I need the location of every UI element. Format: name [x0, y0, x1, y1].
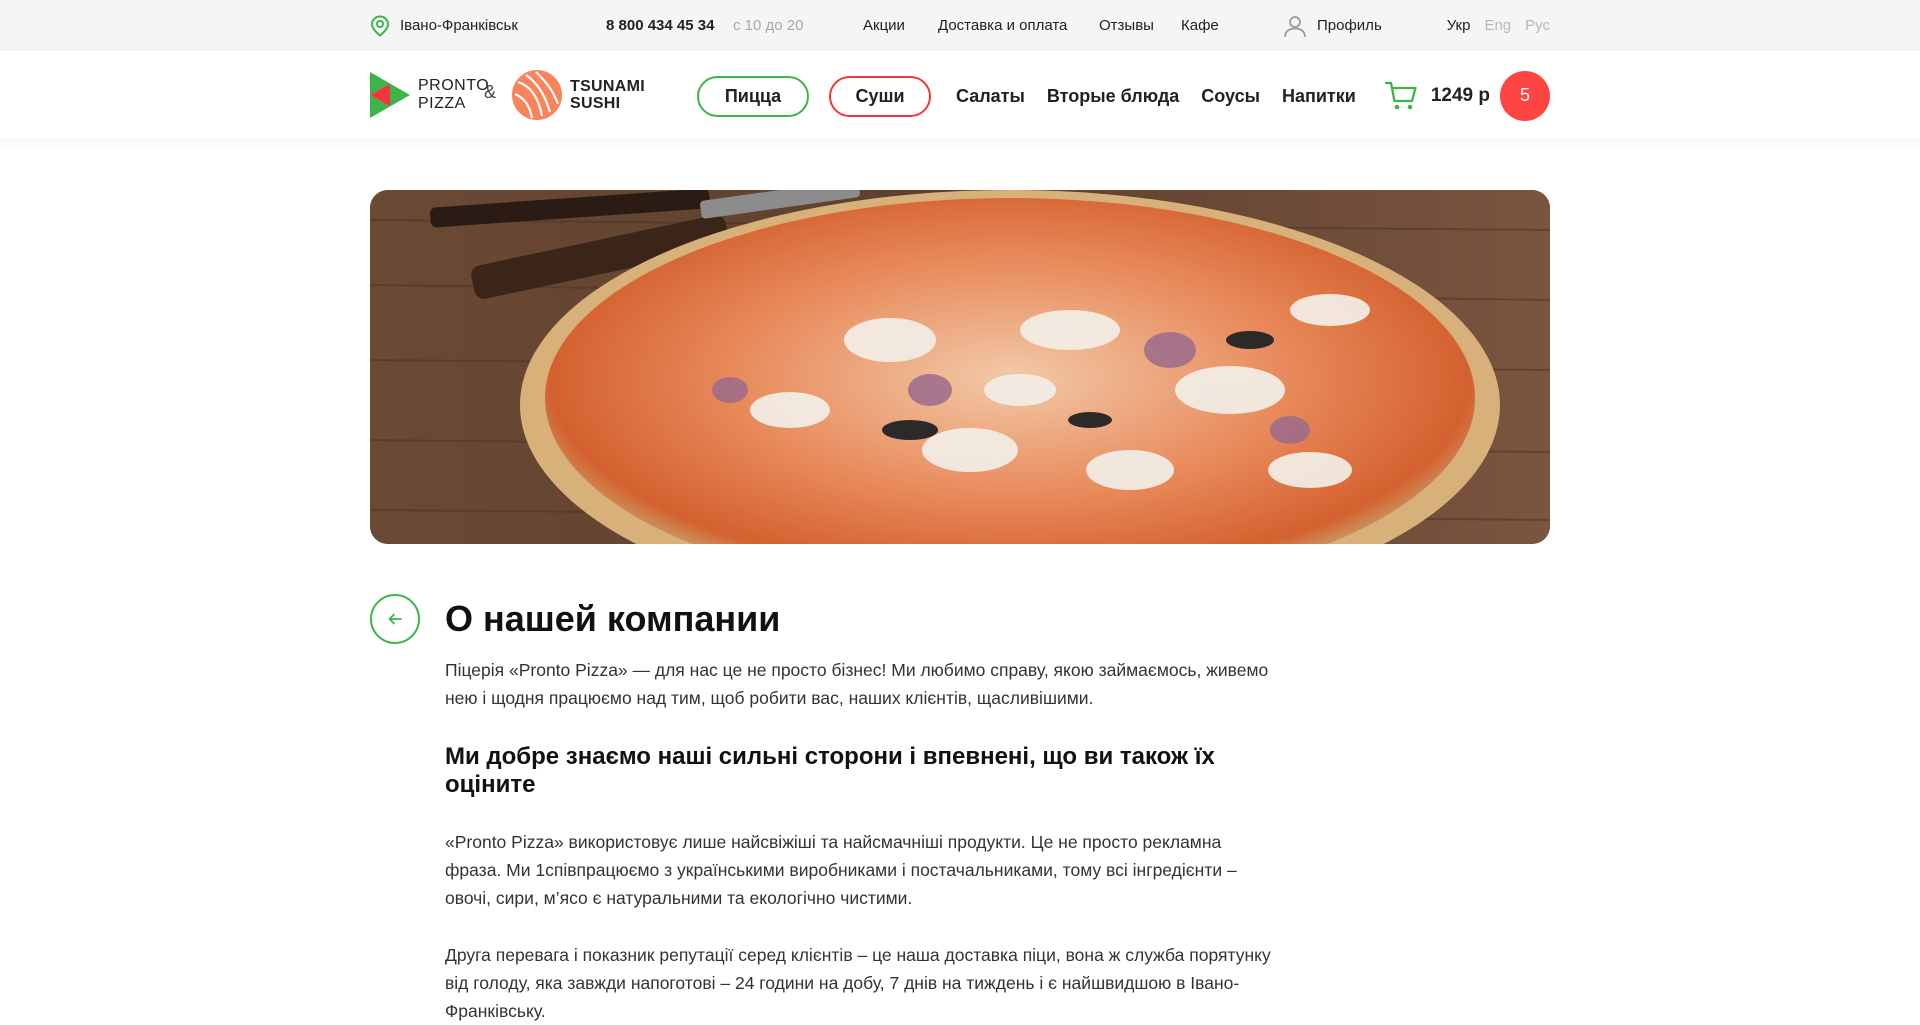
logo-ampersand: &	[484, 82, 497, 102]
salmon-logo-icon	[512, 70, 562, 120]
tsunami-sushi-logo[interactable]: TSUNAMI SUSHI	[512, 69, 645, 121]
user-icon	[1284, 15, 1306, 37]
hero-pizza-image	[370, 190, 1550, 544]
nav-sushi-button[interactable]: Суши	[829, 75, 931, 117]
nav-pizza-button[interactable]: Пицца	[697, 75, 809, 117]
city-selector[interactable]: Івано-Франківськ	[370, 0, 518, 51]
intro-paragraph: Піцерія «Pronto Pizza» — для нас це не п…	[445, 660, 1269, 708]
topbar-link-cafe[interactable]: Кафе	[1181, 0, 1219, 51]
arrow-left-icon	[388, 613, 402, 625]
language-switcher: Укр Eng Рус	[1447, 0, 1550, 51]
working-hours: с 10 до 20	[733, 17, 804, 34]
pronto-logo-line2: PIZZA	[418, 95, 466, 112]
tsunami-logo-line1: TSUNAMI	[570, 78, 645, 95]
top-bar: Івано-Франківськ 8 800 434 45 34 с 10 до…	[0, 0, 1920, 51]
profile-link[interactable]: Профиль	[1283, 0, 1382, 51]
page-content: Піцерія «Pronto Pizza» — для нас це не п…	[445, 656, 1275, 1025]
lang-ukr[interactable]: Укр	[1447, 17, 1471, 34]
pronto-logo-mark-icon	[370, 72, 410, 118]
nav-drinks[interactable]: Напитки	[1282, 86, 1356, 107]
topbar-link-reviews[interactable]: Отзывы	[1099, 0, 1154, 51]
lang-rus[interactable]: Рус	[1525, 17, 1550, 34]
back-button[interactable]	[370, 594, 420, 644]
nav-salads[interactable]: Салаты	[956, 86, 1025, 107]
pronto-logo-line1: PRONTO	[418, 77, 490, 94]
products-paragraph: «Pronto Pizza» використовує лише найсвіж…	[445, 832, 1237, 908]
cart-icon	[1384, 81, 1417, 109]
cart-total: 1249 р	[1430, 84, 1490, 106]
cart-button[interactable]: 1249 р 5	[1384, 70, 1550, 121]
topbar-link-delivery[interactable]: Доставка и оплата	[938, 0, 1067, 51]
phone-number[interactable]: 8 800 434 45 34	[606, 0, 714, 51]
lang-eng[interactable]: Eng	[1484, 17, 1511, 34]
section-heading: Ми добре знаємо наші сильні сторони і вп…	[445, 743, 1215, 798]
profile-label: Профиль	[1317, 17, 1382, 34]
nav-mains[interactable]: Вторые блюда	[1047, 86, 1179, 107]
category-nav: Пицца Суши Салаты Вторые блюда Соусы Нап…	[697, 75, 1356, 117]
main-header: PRONTO PIZZA & TSUNAMI SUSHI Пицца Суши …	[0, 51, 1920, 139]
pronto-pizza-logo[interactable]: PRONTO PIZZA	[370, 72, 489, 118]
tsunami-logo-line2: SUSHI	[570, 95, 621, 112]
topbar-link-promo[interactable]: Акции	[863, 0, 905, 51]
location-pin-icon	[370, 14, 390, 37]
city-name: Івано-Франківськ	[400, 17, 518, 34]
page-title: О нашей компании	[445, 598, 781, 639]
cart-count-badge: 5	[1500, 70, 1550, 121]
delivery-paragraph: Друга перевага і показник репутації сере…	[445, 945, 1271, 1021]
nav-sauces[interactable]: Соусы	[1201, 86, 1260, 107]
